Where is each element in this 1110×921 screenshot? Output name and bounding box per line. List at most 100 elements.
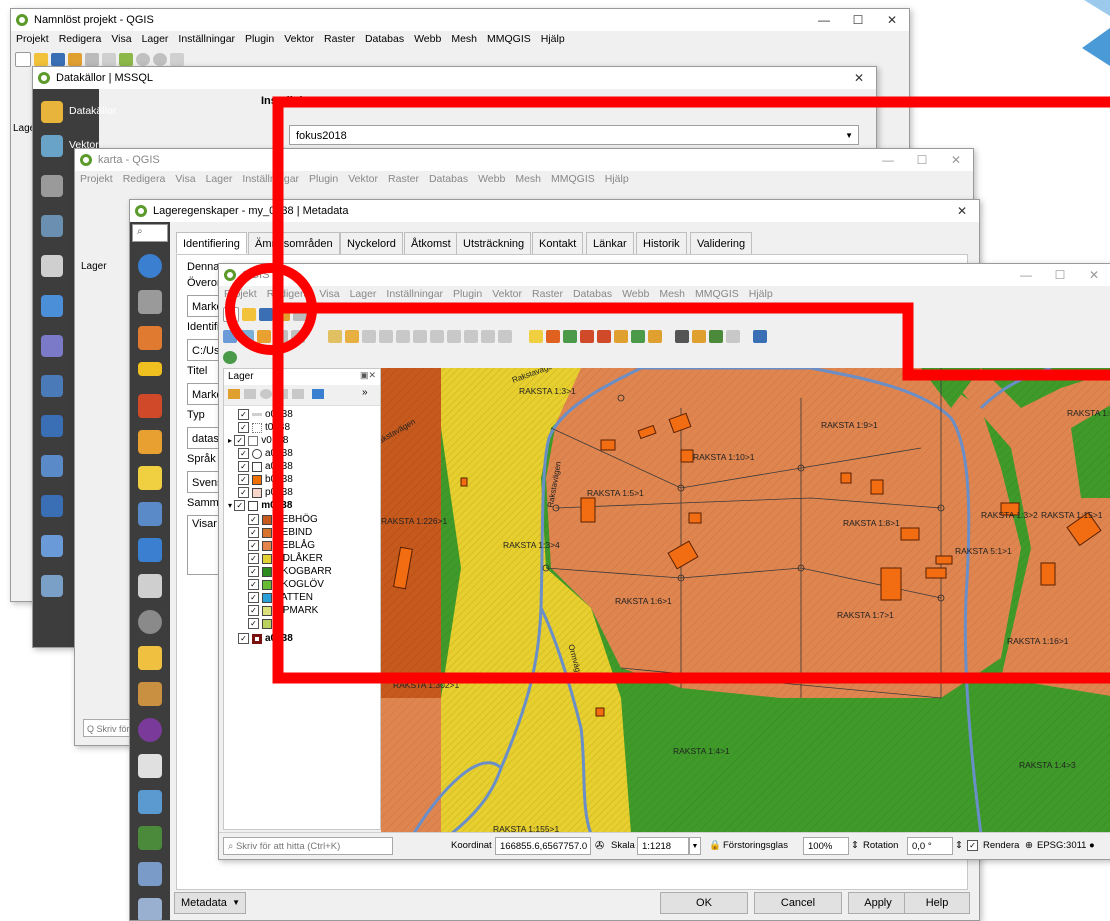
spin-icon[interactable]: ⇕	[851, 837, 859, 855]
zoom-out-icon[interactable]	[153, 52, 167, 66]
manage-themes-icon[interactable]	[260, 389, 272, 399]
sidebar-search-input[interactable]: ⌕	[132, 224, 168, 242]
menu-visa[interactable]: Visa	[106, 33, 136, 45]
menu-vektor[interactable]: Vektor	[343, 173, 383, 185]
tab-nyckelord[interactable]: Nyckelord	[340, 232, 403, 254]
coordinate-field[interactable]: 166855.6,6567757.0	[495, 837, 591, 855]
menu-plugin[interactable]: Plugin	[448, 288, 487, 300]
minimize-button[interactable]: —	[1009, 264, 1043, 286]
minimize-button[interactable]: —	[871, 149, 905, 171]
help-button[interactable]: Help	[904, 892, 970, 914]
print-layout-icon[interactable]	[85, 52, 99, 66]
menu-webb[interactable]: Webb	[473, 173, 510, 185]
plugin-icon[interactable]	[709, 329, 723, 343]
menu-hjalp[interactable]: Hjälp	[744, 288, 778, 300]
redo-icon[interactable]	[498, 329, 512, 343]
legend-item[interactable]: ✓ BEBLÅG	[248, 540, 315, 552]
tab-amnesomraden[interactable]: Ämnesområden	[248, 232, 340, 254]
legend-item[interactable]: ✓ BEBHÖG	[248, 514, 318, 526]
diagrams-icon[interactable]	[138, 394, 162, 418]
legend-item[interactable]: ✓ SKOGLÖV	[248, 579, 324, 591]
checkbox[interactable]: ✓	[238, 487, 249, 498]
layer-item[interactable]: ✓ p0138	[238, 487, 293, 499]
menu-vektor[interactable]: Vektor	[279, 33, 319, 45]
lock-icon[interactable]: 🔒	[709, 837, 721, 855]
menu-hjalp[interactable]: Hjälp	[600, 173, 634, 185]
pencil-icon[interactable]	[328, 329, 342, 343]
save-project-icon[interactable]	[51, 52, 65, 66]
layer-item[interactable]: ✓ o0138	[238, 409, 293, 421]
checkbox[interactable]: ✓	[234, 500, 246, 511]
tab-atkomst[interactable]: Åtkomst	[404, 232, 458, 254]
label-move-icon[interactable]	[580, 329, 594, 343]
legend-icon[interactable]	[138, 826, 162, 850]
sidebar-item-datakallor[interactable]: Datakällor	[33, 95, 116, 131]
menu-webb[interactable]: Webb	[617, 288, 654, 300]
checkbox[interactable]: ✓	[248, 514, 259, 525]
globe-icon[interactable]: ⊕	[1025, 837, 1033, 855]
labels-icon[interactable]	[138, 362, 162, 376]
rotation-field[interactable]: 0,0 °	[907, 837, 953, 855]
label-unpin-icon[interactable]	[648, 329, 662, 343]
checkbox[interactable]: ✓	[238, 461, 249, 472]
legend-item[interactable]: ✓	[248, 618, 275, 630]
pan-icon[interactable]	[102, 52, 116, 66]
maximize-button[interactable]: ☐	[1043, 264, 1077, 286]
raster-calc-icon[interactable]	[726, 329, 740, 343]
delete-selected-icon[interactable]	[413, 329, 427, 343]
menu-plugin[interactable]: Plugin	[240, 33, 279, 45]
checkbox[interactable]: ✓	[248, 592, 259, 603]
3d-view-icon[interactable]	[138, 430, 162, 454]
menu-raster[interactable]: Raster	[383, 173, 424, 185]
layer-item[interactable]: ✓ t0138	[238, 422, 290, 434]
menu-raster[interactable]: Raster	[527, 288, 568, 300]
menu-webb[interactable]: Webb	[409, 33, 446, 45]
data-source-manager-icon[interactable]	[223, 329, 237, 343]
render-checkbox[interactable]: ✓	[967, 837, 981, 855]
apply-button[interactable]: Apply	[848, 892, 908, 914]
legend-item[interactable]: ✓ ÖPMARK	[248, 605, 318, 617]
display-icon[interactable]	[138, 646, 162, 670]
undo-icon[interactable]	[481, 329, 495, 343]
symbology-icon[interactable]	[138, 326, 162, 350]
spin-icon[interactable]: ⇕	[955, 837, 963, 855]
menu-databas[interactable]: Databas	[568, 288, 617, 300]
menu-installningar[interactable]: Inställningar	[173, 33, 240, 45]
menu-lager[interactable]: Lager	[345, 288, 382, 300]
info-icon[interactable]	[138, 254, 162, 278]
tab-identifiering[interactable]: Identifiering	[176, 232, 247, 254]
checkbox[interactable]: ✓	[248, 553, 259, 564]
menu-visa[interactable]: Visa	[314, 288, 344, 300]
menu-databas[interactable]: Databas	[360, 33, 409, 45]
add-feature-icon[interactable]	[274, 329, 288, 343]
menu-raster[interactable]: Raster	[319, 33, 360, 45]
metadata-menu-button[interactable]: Metadata ▼	[174, 892, 246, 914]
close-button[interactable]: ✕	[842, 67, 876, 89]
legend-item[interactable]: ✓ VATTEN	[248, 592, 313, 604]
label-rotate-icon[interactable]	[597, 329, 611, 343]
help-book-icon[interactable]	[753, 329, 767, 343]
menu-lager[interactable]: Lager	[137, 33, 174, 45]
save-project-icon[interactable]	[259, 307, 273, 321]
checkbox[interactable]: ✓	[967, 839, 978, 851]
layer-item[interactable]: ✓ b0138	[238, 474, 293, 486]
layer-item[interactable]: ✓ a0138	[238, 448, 293, 460]
checkbox[interactable]: ✓	[238, 409, 249, 420]
tab-lankar[interactable]: Länkar	[586, 232, 634, 254]
menu-databas[interactable]: Databas	[424, 173, 473, 185]
menu-hjalp[interactable]: Hjälp	[536, 33, 570, 45]
checkbox[interactable]: ✓	[248, 579, 259, 590]
map-canvas[interactable]: Rakstavägen Rakstavägen RAKSTA 1:3>1 RAK…	[381, 368, 1110, 834]
expand-all-icon[interactable]	[312, 389, 324, 399]
filter-legend-icon[interactable]	[276, 389, 288, 399]
cancel-button[interactable]: Cancel	[754, 892, 842, 914]
auxiliary-storage-icon[interactable]	[138, 574, 162, 598]
menu-mmqgis[interactable]: MMQGIS	[690, 288, 744, 300]
menu-projekt[interactable]: Projekt	[11, 33, 54, 45]
layer-item[interactable]: ✓ a0138	[238, 461, 293, 473]
menu-mmqgis[interactable]: MMQGIS	[482, 33, 536, 45]
joins-icon[interactable]	[138, 538, 162, 562]
digitize-icon[interactable]	[379, 329, 393, 343]
magnifier-field[interactable]: 100%	[803, 837, 849, 855]
identify-icon[interactable]	[170, 52, 184, 66]
